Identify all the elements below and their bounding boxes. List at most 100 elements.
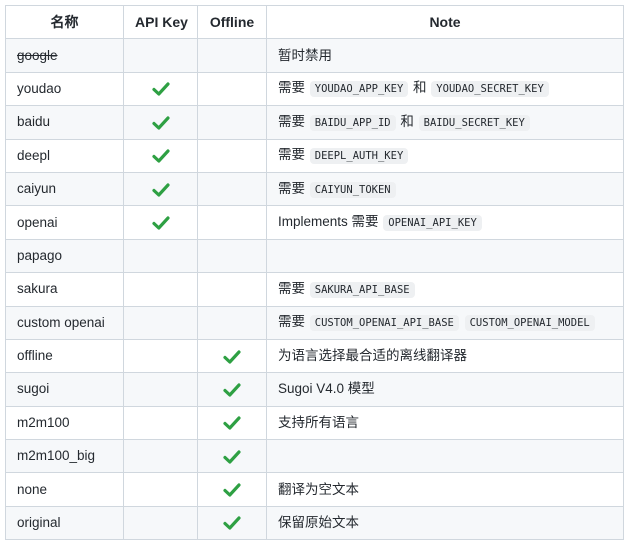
checkmark-icon [151, 215, 170, 231]
table-row: papago [5, 238, 624, 274]
translator-name: offline [5, 338, 124, 374]
env-var-code: CUSTOM_OPENAI_MODEL [464, 315, 595, 332]
offline-cell [197, 305, 267, 340]
note-text: 需要 [278, 280, 309, 296]
checkmark-icon [223, 482, 241, 498]
checkmark-icon [151, 148, 170, 164]
api-key-cell [123, 205, 198, 240]
note-cell: 为语言选择最合适的离线翻译器 [266, 338, 624, 374]
offline-cell [197, 472, 267, 507]
translator-name: m2m100_big [5, 439, 124, 474]
note-text: 为语言选择最合适的离线翻译器 [278, 348, 467, 364]
header-api-key: API Key [123, 4, 198, 40]
offline-cell [197, 138, 267, 173]
env-var-code: YOUDAO_SECRET_KEY [431, 81, 549, 98]
table-row: offline 为语言选择最合适的离线翻译器 [5, 338, 624, 374]
api-key-cell [123, 171, 198, 207]
note-cell: 需要 SAKURA_API_BASE [266, 272, 624, 307]
note-cell: 需要 BAIDU_APP_ID 和 BAIDU_SECRET_KEY [266, 105, 624, 140]
note-cell: 需要 CUSTOM_OPENAI_API_BASE CUSTOM_OPENAI_… [266, 305, 624, 340]
note-cell: 需要 CAIYUN_TOKEN [266, 171, 624, 207]
api-key-cell [123, 338, 198, 374]
note-cell [266, 439, 624, 474]
table-body: google 暂时禁用 youdao 需要 YOUDAO_APP_KEY 和 YOUD… [5, 38, 624, 541]
offline-cell [197, 505, 267, 541]
env-var-code: OPENAI_API_KEY [383, 215, 482, 232]
checkmark-icon [151, 115, 170, 131]
translator-name: google [5, 38, 124, 73]
translators-table: 名称 API Key Offline Note google 暂时禁用 youdao… [5, 4, 624, 541]
translator-name: sakura [5, 272, 124, 307]
note-cell: 需要 DEEPL_AUTH_KEY [266, 138, 624, 173]
note-text: 需要 [278, 314, 309, 330]
note-cell: Sugoi V4.0 模型 [266, 372, 624, 407]
env-var-code: CUSTOM_OPENAI_API_BASE [309, 315, 459, 332]
translator-name: none [5, 472, 124, 507]
env-var-code: DEEPL_AUTH_KEY [309, 148, 409, 165]
api-key-cell [123, 472, 198, 507]
note-cell: 需要 YOUDAO_APP_KEY 和 YOUDAO_SECRET_KEY [266, 71, 624, 107]
note-text: 支持所有语言 [278, 414, 359, 430]
translator-name: youdao [5, 71, 124, 107]
header-name: 名称 [5, 4, 124, 40]
table-row: custom openai 需要 CUSTOM_OPENAI_API_BASE C… [5, 305, 624, 340]
translator-name: custom openai [5, 305, 124, 340]
table-row: baidu 需要 BAIDU_APP_ID 和 BAIDU_SECRET_KEY [5, 105, 624, 140]
note-text: 暂时禁用 [278, 47, 332, 63]
checkmark-icon [151, 182, 170, 198]
offline-cell [197, 105, 267, 140]
offline-cell [197, 338, 267, 374]
api-key-cell [123, 505, 198, 541]
env-var-code: CAIYUN_TOKEN [309, 181, 396, 198]
note-cell [266, 238, 624, 274]
checkmark-icon [223, 349, 241, 365]
offline-cell [197, 171, 267, 207]
table-row: none 翻译为空文本 [5, 472, 624, 507]
translator-name: caiyun [5, 171, 124, 207]
note-cell: Implements 需要 OPENAI_API_KEY [266, 205, 624, 240]
table-row: deepl 需要 DEEPL_AUTH_KEY [5, 138, 624, 173]
api-key-cell [123, 138, 198, 173]
header-offline: Offline [197, 4, 267, 40]
offline-cell [197, 272, 267, 307]
api-key-cell [123, 105, 198, 140]
table-row: sakura 需要 SAKURA_API_BASE [5, 272, 624, 307]
env-var-code: BAIDU_SECRET_KEY [418, 114, 530, 131]
table-row: google 暂时禁用 [5, 38, 624, 73]
translator-name: sugoi [5, 372, 124, 407]
api-key-cell [123, 71, 198, 107]
checkmark-icon [223, 415, 241, 431]
note-cell: 暂时禁用 [266, 38, 624, 73]
checkmark-icon [151, 81, 170, 97]
api-key-cell [123, 238, 198, 274]
translator-name: m2m100 [5, 405, 124, 441]
note-text: 和 [409, 80, 431, 96]
translator-name: papago [5, 238, 124, 274]
header-note: Note [266, 4, 624, 40]
note-text: 翻译为空文本 [278, 481, 359, 497]
env-var-code: SAKURA_API_BASE [309, 281, 415, 298]
translator-name: deepl [5, 138, 124, 173]
table-row: youdao 需要 YOUDAO_APP_KEY 和 YOUDAO_SECRET_… [5, 71, 624, 107]
offline-cell [197, 372, 267, 407]
api-key-cell [123, 305, 198, 340]
offline-cell [197, 71, 267, 107]
api-key-cell [123, 439, 198, 474]
note-text: Sugoi V4.0 模型 [278, 381, 375, 397]
table-row: m2m100 支持所有语言 [5, 405, 624, 441]
note-text: 需要 [278, 113, 309, 129]
translator-name: openai [5, 205, 124, 240]
note-text: Implements 需要 [278, 214, 383, 230]
note-text: 需要 [278, 147, 309, 163]
offline-cell [197, 205, 267, 240]
table-row: openai Implements 需要 OPENAI_API_KEY [5, 205, 624, 240]
translator-name: baidu [5, 105, 124, 140]
note-cell: 翻译为空文本 [266, 472, 624, 507]
offline-cell [197, 405, 267, 441]
note-text: 需要 [278, 180, 309, 196]
api-key-cell [123, 405, 198, 441]
api-key-cell [123, 38, 198, 73]
note-cell: 保留原始文本 [266, 505, 624, 541]
env-var-code: BAIDU_APP_ID [309, 114, 396, 131]
note-text: 保留原始文本 [278, 515, 359, 531]
